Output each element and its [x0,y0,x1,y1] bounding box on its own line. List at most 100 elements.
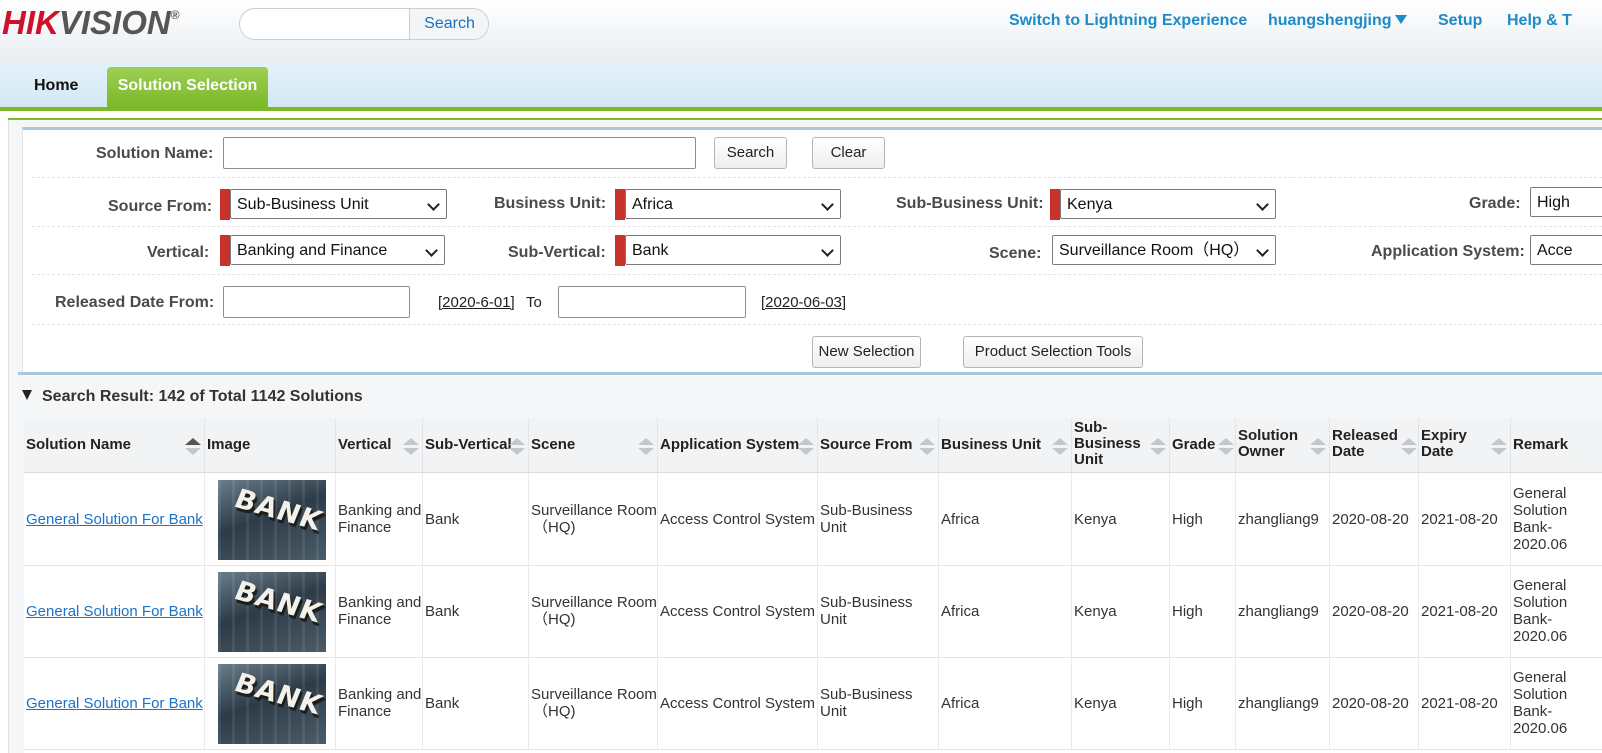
released-date-to-input[interactable] [558,286,746,318]
user-name: huangshengjing [1268,12,1392,29]
cell-image: BANK [205,657,336,749]
scene-select[interactable]: Surveillance Room（HQ） [1052,235,1276,265]
solution-link[interactable]: General Solution For Bank [26,511,203,528]
cell-solution-owner: zhangliang9 [1236,565,1330,657]
business-unit-label: Business Unit: [494,195,607,212]
search-button[interactable]: Search [714,137,787,169]
column-title-line: Business [1074,435,1141,452]
application-system-select[interactable]: Acce [1530,235,1602,265]
new-selection-button[interactable]: New Selection [812,336,921,368]
scene-line: Surveillance Room [531,686,657,703]
column-title: Solution Name [26,436,132,453]
product-selection-tools-button[interactable]: Product Selection Tools [963,336,1143,368]
hikvision-logo[interactable]: HIKVISION® [2,4,180,42]
sub-vertical-text: Bank [425,694,460,712]
vertical-label: Vertical: [147,244,210,261]
column-header-image: Image [205,418,336,472]
bank-image[interactable]: BANK [218,664,326,744]
column-header-remark[interactable]: Remark [1511,418,1602,472]
vertical-line: Finance [338,519,392,536]
column-header-sub-vertical[interactable]: Sub-Vertical [423,418,529,472]
column-title-line: Owner [1238,443,1285,460]
column-header-grade[interactable]: Grade [1170,418,1236,472]
cell-grade: High [1170,473,1236,565]
application-system-text: Access Control System [660,602,816,620]
released-date-text: 2020-08-20 [1332,602,1409,620]
released-date-text: 2020-08-20 [1332,694,1409,712]
cell-scene: Surveillance Room （HQ) [529,565,658,657]
sub-business-unit-value: Kenya [1067,196,1113,213]
cell-sub-business-unit: Kenya [1072,657,1170,749]
cell-application-system: Access Control System [658,565,818,657]
cell-remark: General Solution Bank- 2020.06 [1511,657,1602,749]
panel-divider [18,372,1602,375]
date-from-shortcut-link[interactable]: [2020-6-01] [438,294,515,311]
setup-link[interactable]: Setup [1438,12,1482,30]
help-link[interactable]: Help & T [1507,12,1572,30]
column-header-solution-name[interactable]: Solution Name [24,418,205,472]
column-header-application-system[interactable]: Application System [658,418,818,472]
collapse-triangle-icon[interactable] [22,390,32,400]
remark-line: 2020.06 [1513,628,1568,645]
cell-grade: High [1170,657,1236,749]
sub-vertical-value: Bank [632,242,669,259]
source-line: Sub-Business [820,686,913,703]
released-date-from-input[interactable] [223,286,410,318]
scene-line: （HQ) [533,703,576,720]
cell-source-from: Sub-Business Unit [818,565,939,657]
business-unit-select[interactable]: Africa [625,189,841,219]
sub-vertical-text: Bank [425,602,460,620]
table-header: Solution Name Image Vertical Sub-Vertica… [24,418,1602,473]
tab-solution-selection[interactable]: Solution Selection [107,67,268,107]
global-search-input[interactable] [240,9,424,37]
column-header-solution-owner[interactable]: Solution Owner [1236,418,1330,472]
user-menu[interactable]: huangshengjing [1268,12,1407,30]
chevron-down-icon [1256,244,1269,257]
chevron-down-icon [425,244,438,257]
cell-sub-business-unit: Kenya [1072,565,1170,657]
column-title: Grade [1172,436,1216,453]
column-title: Vertical [338,436,392,453]
cell-business-unit: Africa [939,657,1072,749]
source-from-select[interactable]: Sub-Business Unit [230,189,447,219]
column-header-source-from[interactable]: Source From [818,418,939,472]
solution-link[interactable]: General Solution For Bank [26,695,203,712]
source-line: Unit [820,519,847,536]
solution-name-input[interactable] [223,137,696,169]
business-unit-value: Africa [632,196,673,213]
tab-home[interactable]: Home [34,77,78,95]
switch-lightning-link[interactable]: Switch to Lightning Experience [1009,12,1247,30]
bank-image[interactable]: BANK [218,572,326,652]
column-title-line: Released [1332,427,1398,444]
grade-label: Grade: [1469,195,1521,212]
grade-select[interactable]: High [1530,187,1602,217]
source-from-value: Sub-Business Unit [237,196,369,213]
column-title: Scene [531,436,576,453]
cell-solution-name: General Solution For Bank [24,657,205,749]
sub-vertical-select[interactable]: Bank [625,235,841,265]
column-header-released-date[interactable]: Released Date [1330,418,1419,472]
chevron-down-icon [821,198,834,211]
clear-button[interactable]: Clear [812,137,885,169]
cell-remark: General Solution Bank- 2020.06 [1511,473,1602,565]
solution-link[interactable]: General Solution For Bank [26,603,203,620]
column-header-sub-business-unit[interactable]: Sub- Business Unit [1072,418,1170,472]
sub-business-unit-select[interactable]: Kenya [1060,189,1276,219]
date-to-shortcut-link[interactable]: [2020-06-03] [761,294,846,311]
column-header-scene[interactable]: Scene [529,418,658,472]
remark-line: 2020.06 [1513,536,1568,553]
remark-line: General [1513,669,1567,686]
vertical-select[interactable]: Banking and Finance [230,235,445,265]
column-header-vertical[interactable]: Vertical [336,418,423,472]
vertical-line: Banking and [338,686,422,703]
cell-scene: Surveillance Room （HQ) [529,473,658,565]
vertical-line: Finance [338,611,392,628]
search-result-header[interactable]: Search Result: 142 of Total 1142 Solutio… [22,388,363,406]
bank-image[interactable]: BANK [218,480,326,560]
column-header-business-unit[interactable]: Business Unit [939,418,1072,472]
column-header-expiry-date[interactable]: Expiry Date [1419,418,1511,472]
global-search-button[interactable]: Search [409,9,488,39]
cell-expiry-date: 2021-08-20 [1419,657,1511,749]
expiry-date-text: 2021-08-20 [1421,510,1498,528]
required-indicator [615,235,625,266]
